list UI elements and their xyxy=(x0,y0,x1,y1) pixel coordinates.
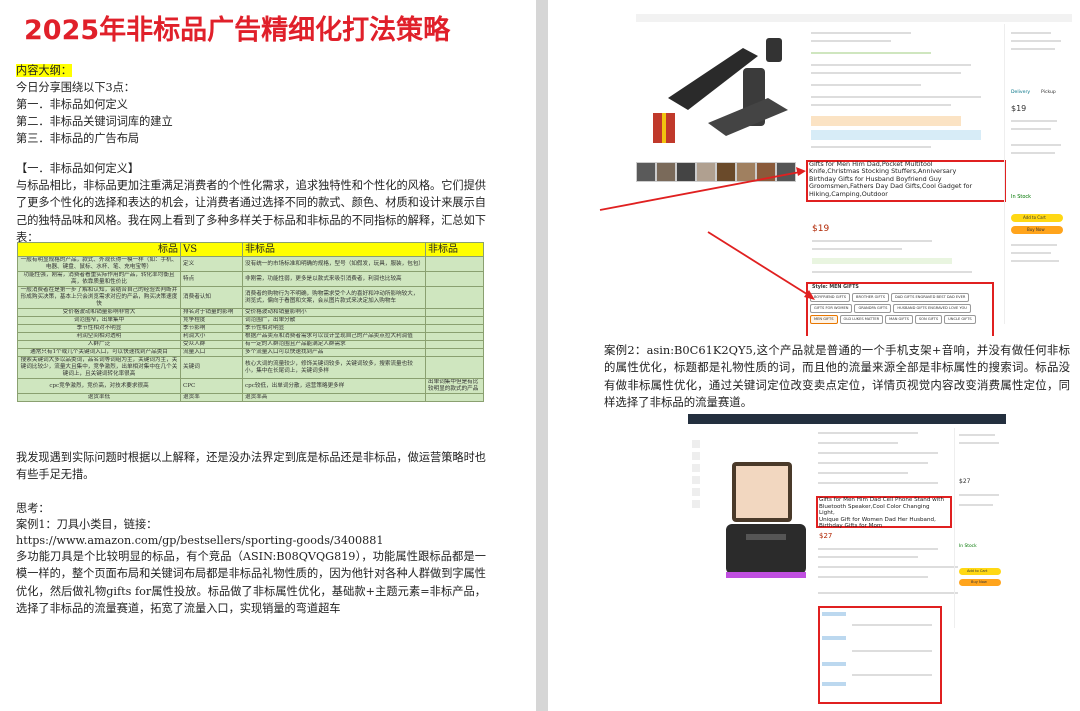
table-row: 一般有明显规格的产品，款式、外观长得一模一样（如：手机、电器、键盘、鼠标、水杯、… xyxy=(17,256,484,272)
table-cell: 受众人群 xyxy=(180,340,243,349)
table-cell xyxy=(425,271,484,287)
table-cell xyxy=(425,286,484,309)
table-cell xyxy=(425,393,484,402)
phone-stand-product-image xyxy=(726,462,806,578)
table-row: 搜索关键词大多以品类词，品名词等词组为主，关键词为主，关键词比较少，流量大且集中… xyxy=(17,356,484,379)
table-cell: 季节性相对明显 xyxy=(242,324,426,333)
add-to-cart-button[interactable]: Add to Cart xyxy=(959,568,1001,575)
product-title-line: Gifts for Men Him Dad Cell Phone Stand w… xyxy=(819,497,945,503)
table-row: 季节性相对不明显 季节影响 季节性相对明显 xyxy=(17,324,484,333)
comparison-table: 标品 VS 非标品 非标品 一般有明显规格的产品，款式、外观长得一模一样（如：手机、电器… xyxy=(17,242,484,402)
table-cell: 核心大词的流量较少，修饰关键词较多，关键词较多，搜索流量也较小，集中在长尾词上，… xyxy=(242,356,426,379)
table-cell: 有一定的人群范围且产品能满足人群需求 xyxy=(242,340,426,349)
table-cell: 竞争程度 xyxy=(180,316,243,325)
case1-link[interactable]: https://www.amazon.com/gp/bestsellers/sp… xyxy=(16,532,384,549)
outline-heading: 内容大纲： xyxy=(16,64,72,77)
section-paragraph: 与标品相比，非标品更加注重满足消费者的个性化需求，追求独特性和个性化的风格。它们… xyxy=(16,179,486,245)
document-title: 2025年非标品广告精细化打法策略 xyxy=(24,15,451,46)
table-cell: 季节影响 xyxy=(180,324,243,333)
table-cell: 排名对于销量的影响 xyxy=(180,308,243,317)
section-heading: 【一．非标品如何定义】 xyxy=(16,162,140,175)
table-cell: 特点 xyxy=(180,271,243,287)
table-cell xyxy=(425,308,484,317)
table-cell xyxy=(425,340,484,349)
amazon-header xyxy=(688,414,1006,424)
table-cell: cpc较低，出单词分散，运营策略更多样 xyxy=(242,378,426,394)
table-row: cpc竞争激烈，竞价高，对技术要求很高 CPC cpc较低，出单词分散，运营策略更多… xyxy=(17,378,484,394)
table-row: 功能性强，刚需，消费者看重实际作用的产品，转化率均衡且高，依靠质量和性价比 特点非… xyxy=(17,271,484,287)
table-cell: 退货率低 xyxy=(17,393,181,402)
table-cell: cpc竞争激烈，竞价高，对技术要求很高 xyxy=(17,378,181,394)
table-row: 一般消费者在是第一步了解和认知，会结合自己的经验去判断并形成购买决策，基本上只会… xyxy=(17,286,484,309)
table-cell: CPC xyxy=(180,378,243,394)
table-cell: 退货率高 xyxy=(242,393,426,402)
document-page-left: 2025年非标品广告精细化打法策略 内容大纲： 今日分享围绕以下3点： 第一．非… xyxy=(0,0,536,711)
table-cell: 多个流量入口可以快速找到产品 xyxy=(242,348,426,357)
table-cell xyxy=(425,356,484,379)
product-price: $27 xyxy=(819,532,833,540)
table-cell: 通常只有1个或几个关键词入口，可以快速找到产品类目 xyxy=(17,348,181,357)
table-cell: 受价格波动和销量影响非常大 xyxy=(17,308,181,317)
table-cell: 定义 xyxy=(180,256,243,272)
buy-box-price: $27 xyxy=(959,478,971,485)
case2-text: 案例2：asin:B0C61K2QY5,这个产品就是普通的一个手机支架+音响，并… xyxy=(604,343,1070,410)
product-title-line: Unique Gift for Women Dad Her Husband, xyxy=(819,516,936,523)
table-cell: 根据产品卖点和消费者需求可以设计呈现自己的产品卖点拉大利润值 xyxy=(242,332,426,341)
table-cell: 人群广泛 xyxy=(17,340,181,349)
outline-item: 第三．非标品的广告布局 xyxy=(16,132,140,145)
buy-box: $27 In Stock Add to Cart Buy Now xyxy=(954,428,1005,628)
table-cell: 非刚需，功能性弱，更多是以款式来吸引消费者，利润也比较高 xyxy=(242,271,426,287)
table-cell: 词范围窄，出单集中 xyxy=(17,316,181,325)
table-cell: 搜索关键词大多以品类词，品名词等词组为主，关键词为主，关键词比较少，流量大且集中… xyxy=(17,356,181,379)
in-stock: In Stock xyxy=(959,544,977,549)
table-cell xyxy=(425,348,484,357)
table-cell xyxy=(425,324,484,333)
product-title-line: Birthday Gifts for Mom xyxy=(819,523,883,530)
table-header-cell: VS xyxy=(180,242,243,257)
buy-now-button[interactable]: Buy Now xyxy=(959,579,1001,586)
product-title: Gifts for Men Him Dad Cell Phone Stand w… xyxy=(819,497,947,530)
after-table-text: 我发现遇到实际问题时根据以上解释，还是没办法界定到底是标品还是非标品，做运营策略… xyxy=(16,451,486,482)
table-cell: 消费者的购物行为不明确，购物需求受个人的喜好和冲动所影响较大，浏览式，偏向于看图… xyxy=(242,286,426,309)
table-row: 词范围窄，出单集中 竞争程度 词范围广，出单分散 xyxy=(17,316,484,325)
case1-label: 案例1：刀具小类目，链接： xyxy=(16,518,158,531)
table-cell: 一般消费者在是第一步了解和认知，会结合自己的经验去判断并形成购买决策，基本上只会… xyxy=(17,286,181,309)
table-cell: 利润大小 xyxy=(180,332,243,341)
table-cell: 流量入口 xyxy=(180,348,243,357)
keyword-table-annotation-box xyxy=(818,606,942,704)
table-header-cell: 标品 xyxy=(17,242,181,257)
table-cell: 出单词集中但是有比较明显的款式的产品 xyxy=(425,378,484,394)
table-row: 利润空间相对透明 利润大小 根据产品卖点和消费者需求可以设计呈现自己的产品卖点拉大利… xyxy=(17,332,484,341)
table-cell xyxy=(425,256,484,272)
thinking-label: 思考： xyxy=(16,502,50,515)
table-cell: 退货率 xyxy=(180,393,243,402)
outline-item: 第一．非标品如何定义 xyxy=(16,98,128,111)
table-cell: 关键词 xyxy=(180,356,243,379)
table-cell: 季节性相对不明显 xyxy=(17,324,181,333)
table-cell: 词范围广，出单分散 xyxy=(242,316,426,325)
table-header-cell: 非标品 xyxy=(242,242,426,257)
document-page-right: Gifts for Men Him Dad,Pocket Multitool K… xyxy=(548,0,1080,711)
outline-item: 第二．非标品关键词词库的建立 xyxy=(16,115,173,128)
table-row: 人群广泛 受众人群 有一定的人群范围且产品能满足人群需求 xyxy=(17,340,484,349)
table-cell xyxy=(425,332,484,341)
table-cell xyxy=(425,316,484,325)
table-cell: 一般有明显规格的产品，款式、外观长得一模一样（如：手机、电器、键盘、鼠标、水杯、… xyxy=(17,256,181,272)
outline-intro: 今日分享围绕以下3点： xyxy=(16,81,135,94)
table-row: 退货率低 退货率 退货率高 xyxy=(17,393,484,402)
table-cell: 没有统一的市场标准和明确的规格，型号（如假发，玩具，服装，包包） xyxy=(242,256,426,272)
table-header-row: 标品 VS 非标品 非标品 xyxy=(17,242,484,257)
table-cell: 利润空间相对透明 xyxy=(17,332,181,341)
table-row: 通常只有1个或几个关键词入口，可以快速找到产品类目 流量入口 多个流量入口可以快速找… xyxy=(17,348,484,357)
table-cell: 消费者认知 xyxy=(180,286,243,309)
table-cell: 受价格波动和销量影响小 xyxy=(242,308,426,317)
table-cell: 功能性强，刚需，消费者看重实际作用的产品，转化率均衡且高，依靠质量和性价比 xyxy=(17,271,181,287)
amazon-listing-screenshot-phone-stand: Gifts for Men Him Dad Cell Phone Stand w… xyxy=(688,414,1006,708)
product-title-line: Bluetooth Speaker,Cool Color Changing Li… xyxy=(819,503,930,517)
table-row: 受价格波动和销量影响非常大 排名对于销量的影响 受价格波动和销量影响小 xyxy=(17,308,484,317)
case1-body: 多功能刀具是个比较明显的标品，有个竞品（ASIN:B08QVQG819），功能属… xyxy=(16,550,486,616)
table-header-cell: 非标品 xyxy=(425,242,484,257)
